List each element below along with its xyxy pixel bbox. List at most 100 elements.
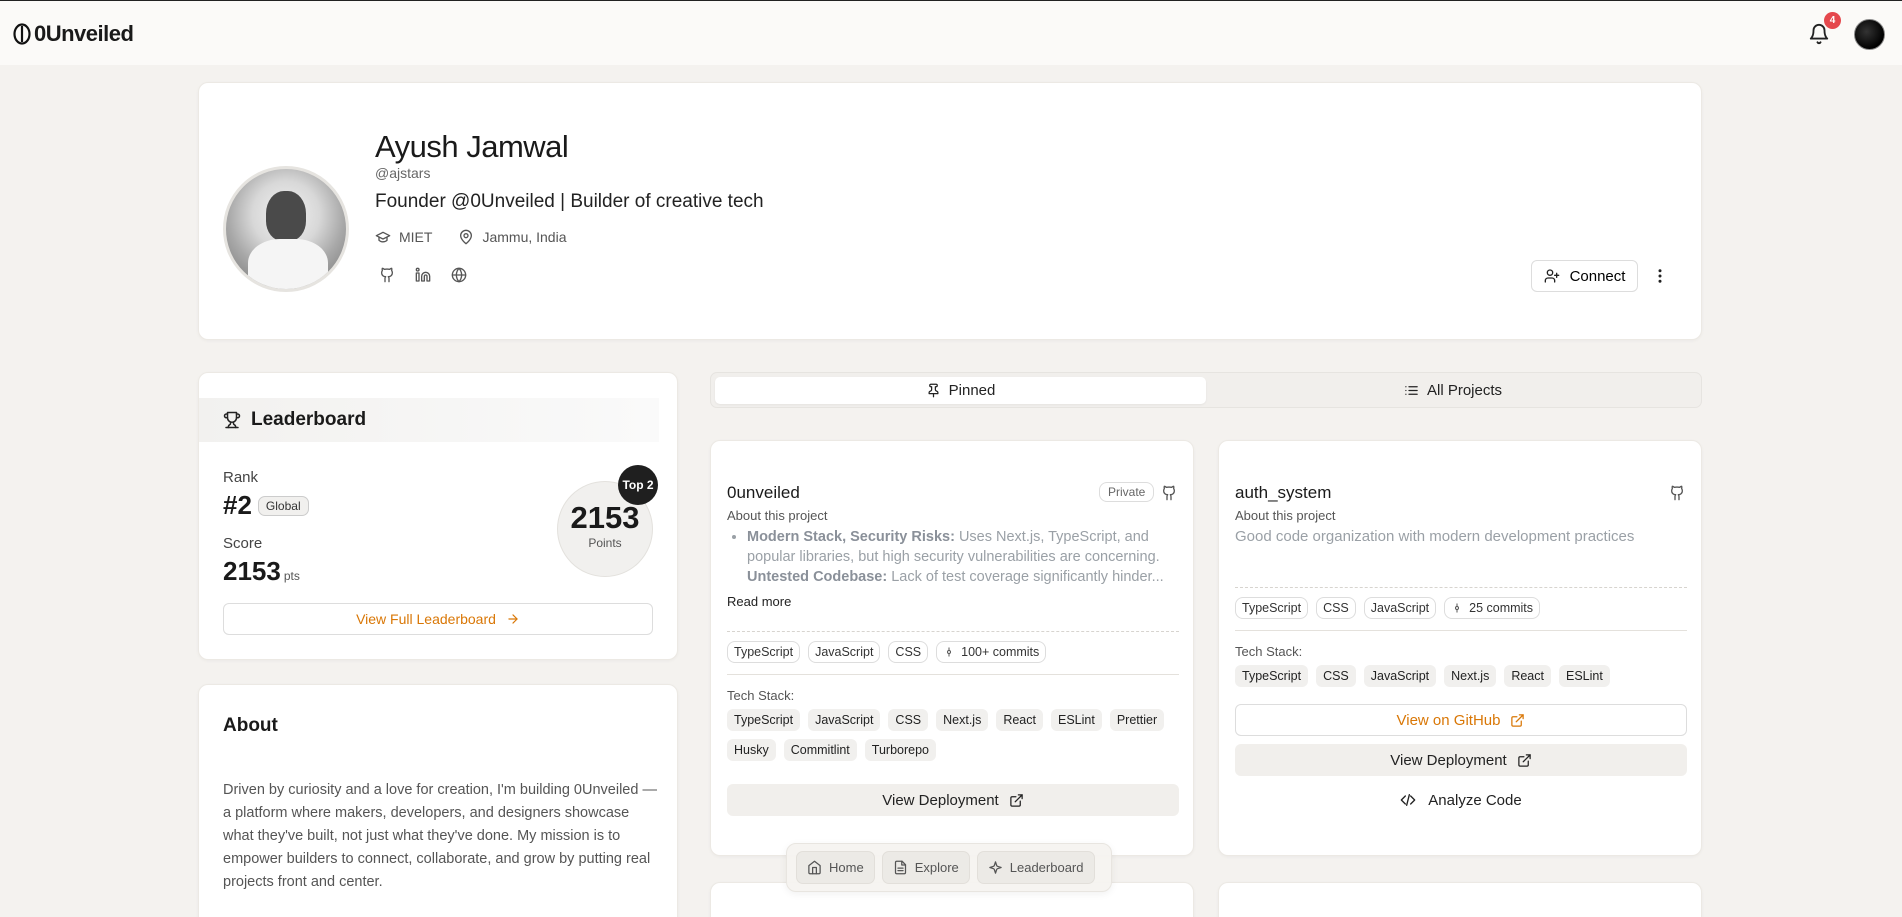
commits-chip: 100+ commits [936, 641, 1047, 663]
language-chip: JavaScript [1363, 597, 1437, 619]
tech-chip: TypeScript [1235, 665, 1309, 687]
user-avatar[interactable] [1854, 19, 1885, 50]
project-title[interactable]: 0unveiled [727, 483, 800, 503]
connect-label: Connect [1569, 267, 1626, 285]
points-label: Points [588, 536, 622, 550]
sparkles-icon [989, 861, 1002, 874]
home-icon [808, 860, 821, 875]
commits-chip: 25 commits [1444, 597, 1541, 619]
tab-pinned[interactable]: Pinned [715, 377, 1206, 404]
project-subtitle: About this project [1235, 508, 1336, 523]
rank-number: #2 [223, 490, 252, 520]
notification-badge: 4 [1824, 12, 1841, 29]
language-chip: TypeScript [727, 641, 801, 663]
external-link-icon [1517, 753, 1531, 767]
tech-chip: React [996, 709, 1043, 731]
tech-chip: Next.js [1444, 665, 1497, 687]
read-more-link[interactable]: Read more [727, 594, 791, 609]
file-text-icon [894, 860, 906, 875]
analyze-code-button[interactable]: Analyze Code [1235, 785, 1687, 815]
github-icon[interactable] [379, 267, 395, 283]
language-chip: CSS [888, 641, 929, 663]
rank-scope-badge: Global [257, 495, 309, 516]
tech-chip: Turborepo [864, 739, 936, 761]
view-deployment-button[interactable]: View Deployment [1235, 744, 1687, 776]
profile-handle: @ajstars [375, 165, 431, 181]
nav-home[interactable]: Home [796, 851, 875, 884]
profile-avatar [223, 166, 349, 292]
project-title[interactable]: auth_system [1235, 483, 1331, 503]
top-navbar: 0Unveiled 4 [0, 0, 1902, 65]
tech-chip: TypeScript [727, 709, 801, 731]
summary-item: Modern Stack, Security Risks: Uses Next.… [747, 527, 1177, 567]
tech-chip: ESLint [1050, 709, 1102, 731]
nav-home-label: Home [829, 860, 864, 875]
connect-button[interactable]: Connect [1531, 260, 1638, 292]
view-on-github-button[interactable]: View on GitHub [1235, 704, 1687, 736]
external-link-icon [1511, 713, 1525, 727]
tech-stack-label: Tech Stack: [1235, 644, 1303, 659]
view-deployment-button[interactable]: View Deployment [727, 784, 1179, 816]
about-text: Driven by curiosity and a love for creat… [223, 782, 657, 890]
analyze-code-label: Analyze Code [1428, 791, 1522, 809]
project-subtitle: About this project [727, 508, 828, 523]
app-logo[interactable]: 0Unveiled [12, 21, 134, 47]
project-card [1218, 882, 1702, 917]
language-chip: JavaScript [808, 641, 881, 663]
tech-chip: React [1504, 665, 1551, 687]
tech-chip: CSS [1316, 665, 1356, 687]
score-number: 2153 [223, 556, 281, 586]
tab-all-projects[interactable]: All Projects [1207, 377, 1699, 404]
tech-chip: Prettier [1109, 709, 1165, 731]
map-pin-icon [460, 229, 473, 245]
profile-card: Ayush Jamwal @ajstars Founder @0Unveiled… [198, 82, 1702, 340]
leaderboard-header: Leaderboard [199, 398, 659, 442]
git-commit-icon [947, 647, 952, 657]
profile-name: Ayush Jamwal [375, 129, 569, 164]
project-card: auth_system About this project Good code… [1218, 440, 1702, 856]
github-icon[interactable] [1161, 485, 1177, 501]
profile-college: MIET [399, 229, 433, 245]
visibility-badge: Private [1099, 482, 1155, 502]
tech-chip: CSS [888, 709, 929, 731]
trophy-icon [223, 411, 241, 429]
logo-icon [13, 23, 31, 45]
github-icon[interactable] [1669, 485, 1685, 501]
project-tabs: Pinned All Projects [710, 372, 1702, 408]
more-options-icon[interactable] [1651, 267, 1669, 285]
tech-chip: ESLint [1558, 665, 1610, 687]
rank-label: Rank [223, 469, 259, 486]
tab-all-label: All Projects [1426, 382, 1503, 399]
user-plus-icon [1544, 269, 1559, 283]
globe-icon[interactable] [451, 267, 467, 283]
tech-chip: Next.js [936, 709, 989, 731]
tech-chip: JavaScript [808, 709, 881, 731]
summary-item: Untested Codebase: Lack of test coverage… [747, 567, 1177, 587]
tech-stack-label: Tech Stack: [727, 688, 795, 703]
nav-leaderboard-label: Leaderboard [1009, 860, 1084, 875]
tech-chips: TypeScript CSS JavaScript Next.js React … [1235, 665, 1691, 687]
about-card: About Driven by curiosity and a love for… [198, 684, 678, 917]
tech-chips: TypeScript JavaScript CSS Next.js React … [727, 709, 1183, 761]
language-chips: TypeScript JavaScript CSS 100+ commits [727, 641, 1183, 663]
git-commit-icon [1455, 603, 1460, 613]
arrow-right-icon [508, 614, 518, 624]
code-icon [1400, 794, 1416, 806]
score-unit: pts [283, 569, 300, 583]
language-chip: TypeScript [1235, 597, 1309, 619]
leaderboard-card: Leaderboard Rank #2 Global Score 2153 pts… [198, 372, 678, 660]
view-leaderboard-button[interactable]: View Full Leaderboard [223, 603, 653, 635]
nav-explore-label: Explore [914, 860, 959, 875]
score-label: Score [223, 535, 263, 552]
nav-leaderboard[interactable]: Leaderboard [976, 851, 1095, 884]
language-chips: TypeScript CSS JavaScript 25 commits [1235, 597, 1691, 619]
social-links [379, 267, 467, 283]
project-card: 0unveiled Private About this project Mod… [710, 440, 1194, 856]
language-chip: CSS [1316, 597, 1356, 619]
pin-icon [928, 383, 939, 398]
view-deployment-label: View Deployment [1390, 751, 1507, 769]
tech-chip: Husky [727, 739, 776, 761]
nav-explore[interactable]: Explore [881, 851, 970, 884]
linkedin-icon[interactable] [415, 267, 431, 283]
profile-bio: Founder @0Unveiled | Builder of creative… [375, 191, 764, 212]
